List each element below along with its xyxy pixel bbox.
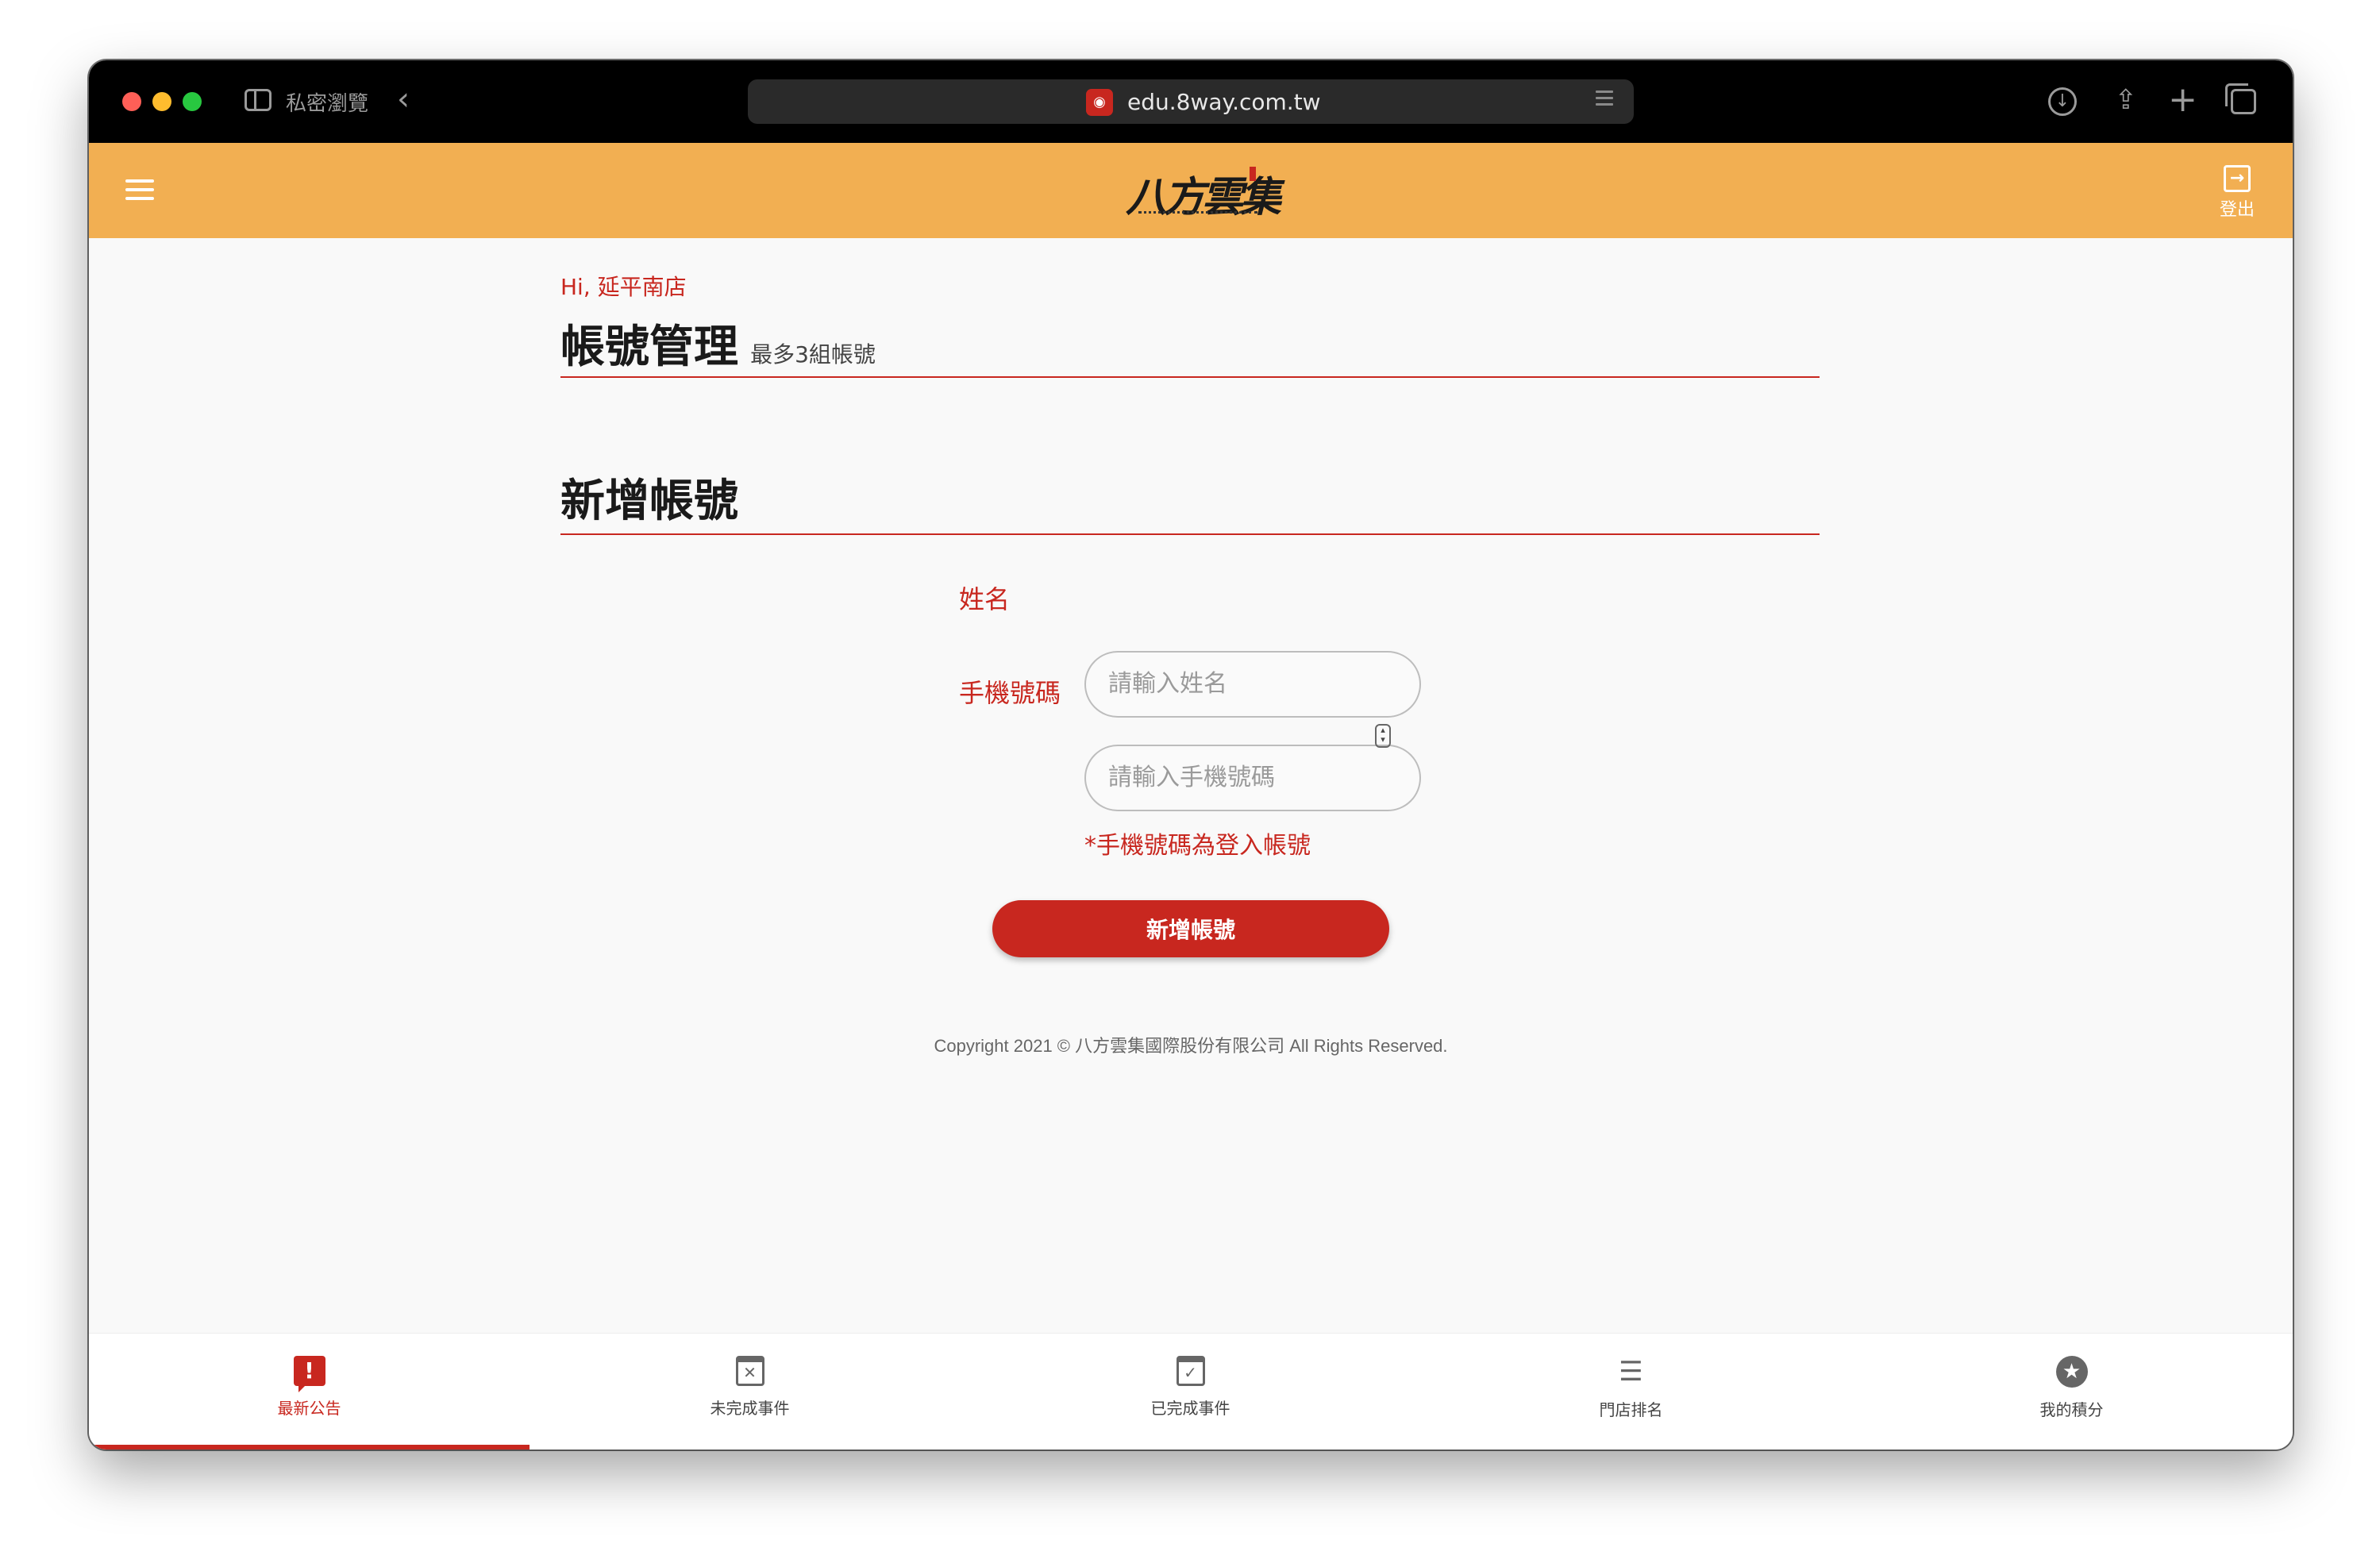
- url-text: edu.8way.com.tw: [1127, 89, 1321, 115]
- phone-field[interactable]: [1084, 745, 1421, 811]
- downloads-icon[interactable]: ↓: [2048, 87, 2077, 116]
- zoom-window-button[interactable]: [183, 92, 202, 111]
- ranked-list-icon: ☰: [1619, 1356, 1643, 1388]
- copyright-text: Copyright 2021 © 八方雲集國際股份有限公司 All Rights…: [934, 1036, 1448, 1056]
- page-title-row: 帳號管理 最多3組帳號: [560, 311, 876, 375]
- name-field[interactable]: [1084, 651, 1421, 718]
- nav-item-incomplete-events[interactable]: ✕ 未完成事件: [530, 1334, 970, 1450]
- page-subtitle: 最多3組帳號: [750, 341, 876, 368]
- private-browsing-label: 私密瀏覽: [286, 92, 369, 116]
- alert-icon: !: [293, 1356, 325, 1392]
- logo-underline: [1138, 211, 1257, 217]
- nav-label: 最新公告: [277, 1399, 341, 1418]
- add-account-button[interactable]: 新增帳號: [992, 900, 1389, 957]
- nav-item-announcements[interactable]: ! 最新公告: [89, 1334, 530, 1450]
- new-tab-icon[interactable]: +: [2168, 83, 2197, 117]
- address-bar[interactable]: ◉ edu.8way.com.tw: [748, 79, 1634, 124]
- nav-item-my-points[interactable]: ★ 我的積分: [1851, 1334, 2292, 1450]
- phone-hint: *手機號碼為登入帳號: [1084, 832, 1311, 860]
- nav-label: 我的積分: [2039, 1400, 2104, 1419]
- browser-window: 私密瀏覽 ‹ ◉ edu.8way.com.tw ↓ ⇪ + 八方雲集 → 登出…: [89, 60, 2293, 1450]
- tab-overview-icon[interactable]: [2225, 83, 2256, 114]
- active-tab-indicator: [89, 1445, 530, 1450]
- sidebar-toggle-icon[interactable]: [245, 89, 272, 111]
- name-label: 姓名: [959, 584, 1011, 614]
- logout-button[interactable]: → 登出: [2213, 165, 2261, 221]
- app-header: 八方雲集 → 登出: [89, 143, 2293, 238]
- browser-toolbar: 私密瀏覽 ‹ ◉ edu.8way.com.tw ↓ ⇪ +: [89, 60, 2293, 143]
- calendar-x-icon: ✕: [735, 1356, 764, 1386]
- reader-mode-icon[interactable]: [1596, 90, 1613, 113]
- nav-label: 已完成事件: [1150, 1399, 1230, 1418]
- close-window-button[interactable]: [122, 92, 141, 111]
- minimize-window-button[interactable]: [152, 92, 171, 111]
- title-divider: [560, 376, 1820, 378]
- nav-item-completed-events[interactable]: ✓ 已完成事件: [970, 1334, 1411, 1450]
- store-greeting: Hi, 延平南店: [560, 274, 687, 300]
- menu-icon[interactable]: [125, 179, 154, 200]
- nav-label: 未完成事件: [710, 1399, 790, 1418]
- section-divider: [560, 533, 1820, 535]
- nav-label: 門店排名: [1599, 1400, 1663, 1419]
- logout-label: 登出: [2219, 200, 2255, 220]
- page-title: 帳號管理: [560, 321, 738, 373]
- bottom-navigation: ! 最新公告 ✕ 未完成事件 ✓ 已完成事件 ☰ 門店排名 ★ 我的積分: [89, 1333, 2293, 1450]
- section-title: 新增帳號: [560, 475, 738, 527]
- site-favicon-icon: ◉: [1086, 89, 1113, 116]
- calendar-check-icon: ✓: [1176, 1356, 1205, 1386]
- logout-icon: →: [2224, 165, 2251, 192]
- star-icon: ★: [2055, 1356, 2088, 1388]
- number-stepper-icon[interactable]: ▴ ▾: [1375, 724, 1391, 748]
- nav-item-store-ranking[interactable]: ☰ 門店排名: [1411, 1334, 1851, 1450]
- back-arrow-icon[interactable]: ‹: [397, 79, 410, 119]
- phone-label: 手機號碼: [959, 678, 1061, 708]
- share-icon[interactable]: ⇪: [2115, 84, 2138, 116]
- logo-seal-mark: [1250, 167, 1256, 181]
